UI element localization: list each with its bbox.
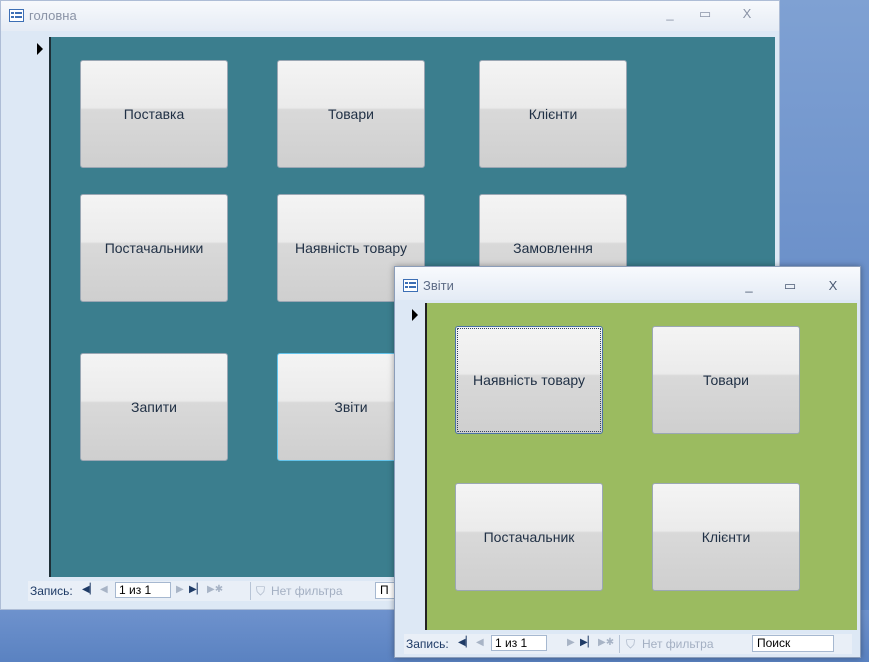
record-label: Запись: <box>30 584 73 598</box>
window-title: Звіти <box>423 278 454 293</box>
maximize-button[interactable]: ▭ <box>694 6 716 22</box>
record-selector[interactable] <box>405 303 425 630</box>
form-icon <box>9 9 24 22</box>
filter-icon[interactable]: ⛉ <box>256 584 265 599</box>
reports-form-canvas: Наявність товару Товари Постачальник Клі… <box>425 303 857 630</box>
record-selector-arrow-icon <box>412 309 418 321</box>
prev-record-icon[interactable]: ◀ <box>476 637 484 648</box>
first-record-icon[interactable]: ◀▏ <box>82 584 97 595</box>
last-record-icon[interactable]: ▶▏ <box>580 637 595 648</box>
report-goods-button[interactable]: Товари <box>652 326 800 434</box>
record-selector[interactable] <box>28 37 48 577</box>
record-selector-arrow-icon <box>37 43 43 55</box>
report-clients-button[interactable]: Клієнти <box>652 483 800 591</box>
search-field[interactable]: Поиск <box>752 635 834 652</box>
record-number-input[interactable]: 1 из 1 <box>115 582 171 598</box>
divider <box>619 635 620 653</box>
main-titlebar: головна _ ▭ X <box>1 1 779 31</box>
report-stock-button[interactable]: Наявність товару <box>455 326 603 434</box>
next-record-icon[interactable]: ▶ <box>567 637 575 648</box>
window-title: головна <box>29 8 77 23</box>
filter-status[interactable]: Нет фильтра <box>642 637 714 651</box>
maximize-button[interactable]: ▭ <box>779 278 801 294</box>
divider <box>250 582 251 600</box>
prev-record-icon[interactable]: ◀ <box>100 584 108 595</box>
supply-button[interactable]: Поставка <box>80 60 228 168</box>
suppliers-button[interactable]: Постачальники <box>80 194 228 302</box>
record-number-input[interactable]: 1 из 1 <box>491 635 547 651</box>
close-button[interactable]: X <box>822 278 844 293</box>
filter-status[interactable]: Нет фильтра <box>271 584 343 598</box>
minimize-button[interactable]: _ <box>659 6 681 21</box>
filter-icon[interactable]: ⛉ <box>626 637 635 652</box>
last-record-icon[interactable]: ▶▏ <box>189 584 204 595</box>
first-record-icon[interactable]: ◀▏ <box>458 637 473 648</box>
close-button[interactable]: X <box>736 6 758 21</box>
record-navigation-bar: Запись: ◀▏ ◀ 1 из 1 ▶ ▶▏ ▶✱ ⛉ Нет фильтр… <box>404 634 852 654</box>
form-icon <box>403 279 418 292</box>
reports-form-window: Звіти _ ▭ X Наявність товару Товари Пост… <box>394 266 861 658</box>
goods-button[interactable]: Товари <box>277 60 425 168</box>
reports-titlebar: Звіти _ ▭ X <box>395 267 860 300</box>
record-navigation-bar: Запись: ◀▏ ◀ 1 из 1 ▶ ▶▏ ▶✱ ⛉ Нет фильтр… <box>28 581 418 601</box>
minimize-button[interactable]: _ <box>738 278 760 293</box>
next-record-icon[interactable]: ▶ <box>176 584 184 595</box>
new-record-icon[interactable]: ▶✱ <box>207 584 223 595</box>
record-label: Запись: <box>406 637 449 651</box>
new-record-icon[interactable]: ▶✱ <box>598 637 614 648</box>
report-supplier-button[interactable]: Постачальник <box>455 483 603 591</box>
clients-button[interactable]: Клієнти <box>479 60 627 168</box>
queries-button[interactable]: Запити <box>80 353 228 461</box>
